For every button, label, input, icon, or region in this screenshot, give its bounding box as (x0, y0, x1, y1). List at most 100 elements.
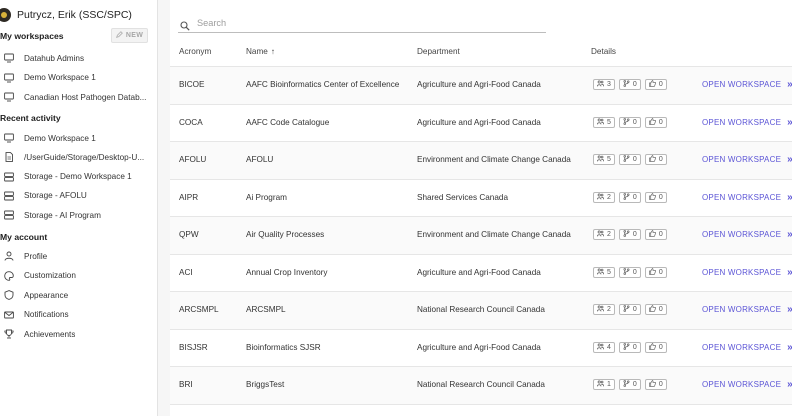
cell-name: AAFC Code Catalogue (246, 117, 330, 127)
branches-count: 0 (632, 306, 637, 313)
branches-chip: 0 (618, 191, 641, 203)
sidebar-recent-storage-ai-program[interactable]: Storage - AI Program (4, 207, 154, 223)
table-row[interactable]: COCA AAFC Code Catalogue Agriculture and A… (170, 105, 792, 142)
details-chips: 4 0 0 (593, 341, 667, 353)
members-chip: 2 (593, 229, 615, 240)
open-workspace-button[interactable]: OPEN WORKSPACE » (702, 379, 792, 390)
cell-acronym: BICOE (179, 80, 205, 89)
thumbs-up-icon (649, 380, 656, 389)
sidebar-account-customization[interactable]: Customization (4, 268, 154, 284)
cell-name: Ai Program (246, 192, 287, 202)
members-icon (597, 155, 605, 164)
open-workspace-button[interactable]: OPEN WORKSPACE » (702, 192, 792, 203)
branch-icon (623, 192, 630, 202)
sidebar-account-profile[interactable]: Profile (4, 248, 154, 264)
table-row[interactable]: QPW Air Quality Processes Environment and … (170, 217, 792, 255)
sidebar-account-appearance[interactable]: Appearance (4, 287, 154, 303)
sidebar: Putrycz, Erik (SSC/SPC) My workspaces NE… (0, 0, 158, 416)
branch-icon (623, 342, 630, 352)
search-bar[interactable] (178, 14, 546, 33)
open-workspace-button[interactable]: OPEN WORKSPACE » (702, 117, 792, 128)
open-workspace-button[interactable]: OPEN WORKSPACE » (702, 267, 792, 278)
open-workspace-button[interactable]: OPEN WORKSPACE » (702, 229, 792, 240)
double-chevron-right-icon: » (787, 342, 792, 353)
storage-icon (4, 191, 14, 201)
branches-count: 0 (632, 231, 637, 238)
user-header[interactable]: Putrycz, Erik (SSC/SPC) (0, 6, 132, 24)
members-count: 1 (607, 381, 611, 388)
cell-acronym: COCA (179, 117, 203, 127)
cell-department: National Research Council Canada (417, 380, 545, 389)
sidebar-recent-storage-afolu[interactable]: Storage - AFOLU (4, 188, 154, 204)
members-chip: 5 (593, 266, 615, 278)
user-name: Putrycz, Erik (SSC/SPC) (17, 9, 132, 21)
likes-count: 0 (658, 118, 663, 126)
open-workspace-label: OPEN WORKSPACE (702, 117, 782, 127)
members-chip: 1 (593, 379, 615, 390)
cell-department: Agriculture and Agri-Food Canada (417, 342, 541, 352)
avatar[interactable] (0, 8, 11, 22)
sidebar-account-notifications[interactable]: Notifications (4, 307, 154, 323)
branch-icon (623, 80, 630, 89)
nav-item-label: Demo Workspace 1 (24, 133, 96, 143)
members-icon (597, 343, 605, 352)
sidebar-account-achievements[interactable]: Achievements (4, 326, 154, 342)
sidebar-workspace-demo-workspace-1[interactable]: Demo Workspace 1 (4, 70, 154, 86)
cell-department: Agriculture and Agri-Food Canada (417, 117, 541, 127)
table-row[interactable]: BRI BriggsTest National Research Council C… (170, 367, 792, 405)
members-icon (597, 305, 605, 314)
cell-acronym: QPW (179, 230, 199, 239)
table-row[interactable]: AIPR Ai Program Shared Services Canada 2 0 0 O… (170, 180, 792, 217)
palette-icon (4, 270, 14, 281)
nav-item-label: Datahub Admins (24, 53, 85, 63)
thumbs-up-icon (649, 305, 656, 314)
double-chevron-right-icon: » (787, 229, 792, 240)
header-name[interactable]: Name ↑ (246, 47, 275, 56)
open-workspace-button[interactable]: OPEN WORKSPACE » (702, 342, 792, 353)
branches-chip: 0 (618, 341, 641, 353)
new-workspace-button[interactable]: NEW (111, 28, 148, 43)
header-acronym[interactable]: Acronym (179, 47, 211, 56)
table-row[interactable]: ACI Annual Crop Inventory Agriculture and … (170, 255, 792, 292)
sidebar-recent-storage-demo-workspace-1[interactable]: Storage - Demo Workspace 1 (4, 169, 154, 185)
cell-acronym: BRI (179, 380, 193, 389)
details-chips: 1 0 0 (593, 379, 667, 390)
sidebar-recent-userguide-storage-desktop-u[interactable]: /UserGuide/Storage/Desktop-U... (4, 149, 154, 165)
nav-item-label: Achievements (24, 329, 76, 339)
likes-chip: 0 (644, 304, 667, 315)
branches-count: 0 (632, 156, 637, 163)
branches-count: 0 (632, 193, 637, 201)
members-icon (597, 80, 605, 89)
double-chevron-right-icon: » (787, 117, 792, 128)
open-workspace-button[interactable]: OPEN WORKSPACE » (702, 79, 792, 90)
trophy-icon (4, 329, 14, 339)
cell-acronym: AFOLU (179, 155, 207, 164)
table-row[interactable]: BISJSR Bioinformatics SJSR Agriculture and… (170, 330, 792, 367)
open-workspace-button[interactable]: OPEN WORKSPACE » (702, 304, 792, 315)
open-workspace-label: OPEN WORKSPACE (702, 155, 782, 164)
details-chips: 2 0 0 (593, 229, 667, 240)
members-count: 5 (607, 118, 611, 126)
my-account-title: My account (0, 232, 48, 242)
header-department[interactable]: Department (417, 47, 460, 56)
table-row[interactable]: ARCSMPL ARCSMPL National Research Council … (170, 292, 792, 330)
cell-department: Shared Services Canada (417, 192, 509, 202)
details-chips: 3 0 0 (593, 79, 667, 90)
open-workspace-button[interactable]: OPEN WORKSPACE » (702, 154, 792, 165)
sidebar-workspace-datahub-admins[interactable]: Datahub Admins (4, 50, 154, 66)
nav-item-label: Customization (24, 271, 76, 280)
details-chips: 5 0 0 (593, 154, 667, 165)
likes-chip: 0 (644, 229, 667, 240)
search-input[interactable] (197, 18, 527, 28)
cell-department: Environment and Climate Change Canada (417, 230, 571, 239)
storage-icon (4, 210, 14, 220)
monitor-icon (4, 92, 14, 102)
branches-chip: 0 (618, 304, 641, 315)
members-icon (597, 118, 605, 127)
sidebar-workspace-canadian-host-pathogen-datab[interactable]: Canadian Host Pathogen Datab... (4, 89, 154, 105)
table-row[interactable]: BICOE AAFC Bioinformatics Center of Excel… (170, 67, 792, 105)
new-label: NEW (125, 32, 144, 39)
table-row[interactable]: AFOLU AFOLU Environment and Climate Change… (170, 142, 792, 180)
sidebar-recent-demo-workspace-1[interactable]: Demo Workspace 1 (4, 130, 154, 146)
double-chevron-right-icon: » (787, 79, 792, 90)
